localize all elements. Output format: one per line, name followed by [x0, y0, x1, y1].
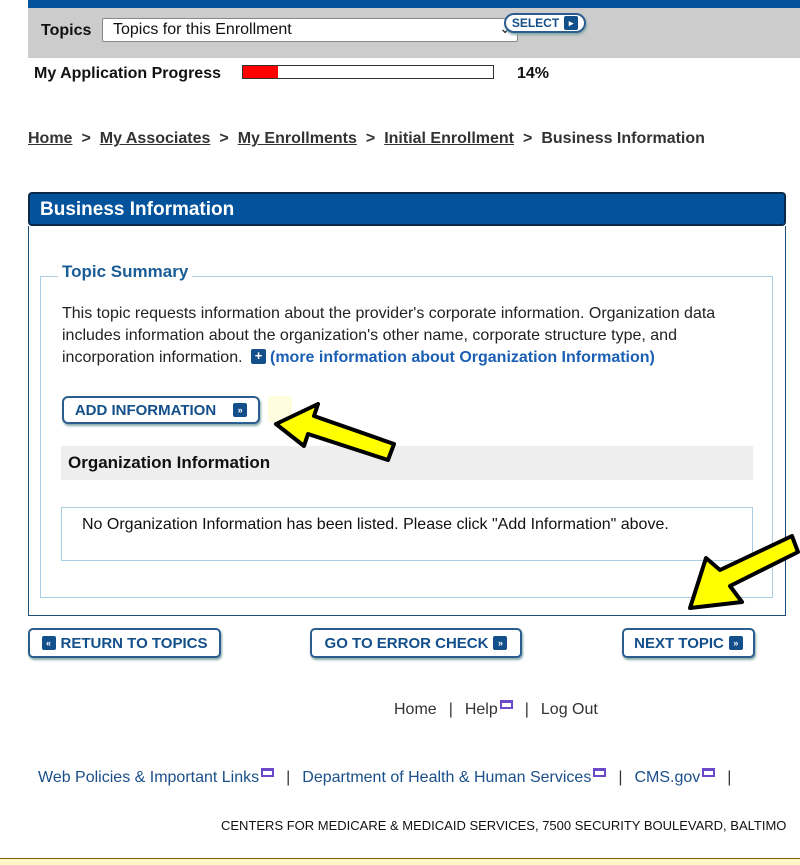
- progress-fill: [243, 66, 278, 78]
- select-button[interactable]: SELECT ▸: [504, 13, 586, 33]
- topics-label: Topics: [41, 22, 92, 39]
- footer-home-link[interactable]: Home: [394, 701, 437, 718]
- progress-bar: [242, 65, 494, 79]
- footer-logout-link[interactable]: Log Out: [541, 701, 598, 718]
- annotation-arrow-icon: [274, 402, 396, 462]
- divider: |: [448, 701, 453, 718]
- breadcrumb-separator: >: [365, 130, 376, 147]
- top-brand-bar: [28, 0, 800, 8]
- topics-select[interactable]: Topics for this Enrollment ⌄: [102, 18, 518, 42]
- footer-address: CENTERS FOR MEDICARE & MEDICAID SERVICES…: [221, 818, 787, 833]
- topic-summary-legend: Topic Summary: [58, 262, 193, 282]
- double-chevron-left-icon: «: [41, 636, 56, 650]
- topic-summary-text: This topic requests information about th…: [62, 303, 742, 369]
- footer-external-links: Web Policies & Important Links | Departmen…: [38, 768, 743, 787]
- breadcrumb-separator: >: [523, 130, 533, 147]
- divider: |: [524, 701, 529, 718]
- organization-empty-message: No Organization Information has been lis…: [61, 507, 753, 561]
- double-chevron-right-icon: »: [728, 636, 743, 650]
- progress-percent: 14%: [517, 65, 550, 82]
- annotation-arrow-icon: [688, 534, 800, 610]
- add-information-button[interactable]: ADD INFORMATION »: [62, 396, 260, 424]
- progress-label: My Application Progress: [34, 65, 221, 82]
- breadcrumb-home[interactable]: Home: [28, 130, 72, 147]
- breadcrumb-my-associates[interactable]: My Associates: [100, 130, 211, 147]
- breadcrumb-separator: >: [219, 130, 229, 147]
- return-to-topics-button[interactable]: « RETURN TO TOPICS: [28, 628, 221, 658]
- divider: |: [727, 769, 732, 786]
- footer-nav: Home | Help | Log Out: [394, 700, 598, 719]
- go-to-error-check-button[interactable]: GO TO ERROR CHECK »: [310, 628, 522, 658]
- divider: |: [618, 769, 623, 786]
- error-check-label: GO TO ERROR CHECK: [324, 634, 489, 652]
- external-window-icon: [593, 768, 607, 777]
- topics-bar: Topics Topics for this Enrollment ⌄: [28, 8, 800, 58]
- topics-selected-value: Topics for this Enrollment: [113, 21, 292, 38]
- next-topic-button[interactable]: NEXT TOPIC »: [622, 628, 755, 658]
- footer-help-link[interactable]: Help: [465, 701, 498, 718]
- breadcrumb-my-enrollments[interactable]: My Enrollments: [238, 130, 357, 147]
- cms-gov-link[interactable]: CMS.gov: [634, 769, 700, 786]
- breadcrumb-initial-enrollment[interactable]: Initial Enrollment: [384, 130, 514, 147]
- more-info-link[interactable]: (more information about Organization Inf…: [270, 349, 655, 366]
- chevron-right-icon: ▸: [564, 16, 579, 30]
- panel-title: Business Information: [28, 192, 786, 226]
- external-window-icon: [702, 768, 716, 777]
- web-policies-link[interactable]: Web Policies & Important Links: [38, 769, 259, 786]
- divider: |: [286, 769, 291, 786]
- double-chevron-right-icon: »: [233, 403, 248, 417]
- hhs-link[interactable]: Department of Health & Human Services: [302, 769, 591, 786]
- double-chevron-right-icon: »: [493, 636, 508, 650]
- breadcrumb: Home > My Associates > My Enrollments > Initia…: [28, 130, 705, 148]
- breadcrumb-separator: >: [81, 130, 91, 147]
- add-information-label: ADD INFORMATION: [74, 401, 217, 419]
- breadcrumb-current: Business Information: [541, 130, 705, 147]
- external-window-icon: [261, 768, 275, 777]
- select-button-label: SELECT: [511, 16, 560, 30]
- organization-information-header: Organization Information: [61, 446, 753, 480]
- plus-icon[interactable]: +: [251, 349, 266, 364]
- return-to-topics-label: RETURN TO TOPICS: [60, 634, 208, 652]
- next-topic-label: NEXT TOPIC: [634, 634, 724, 652]
- external-window-icon: [499, 700, 513, 709]
